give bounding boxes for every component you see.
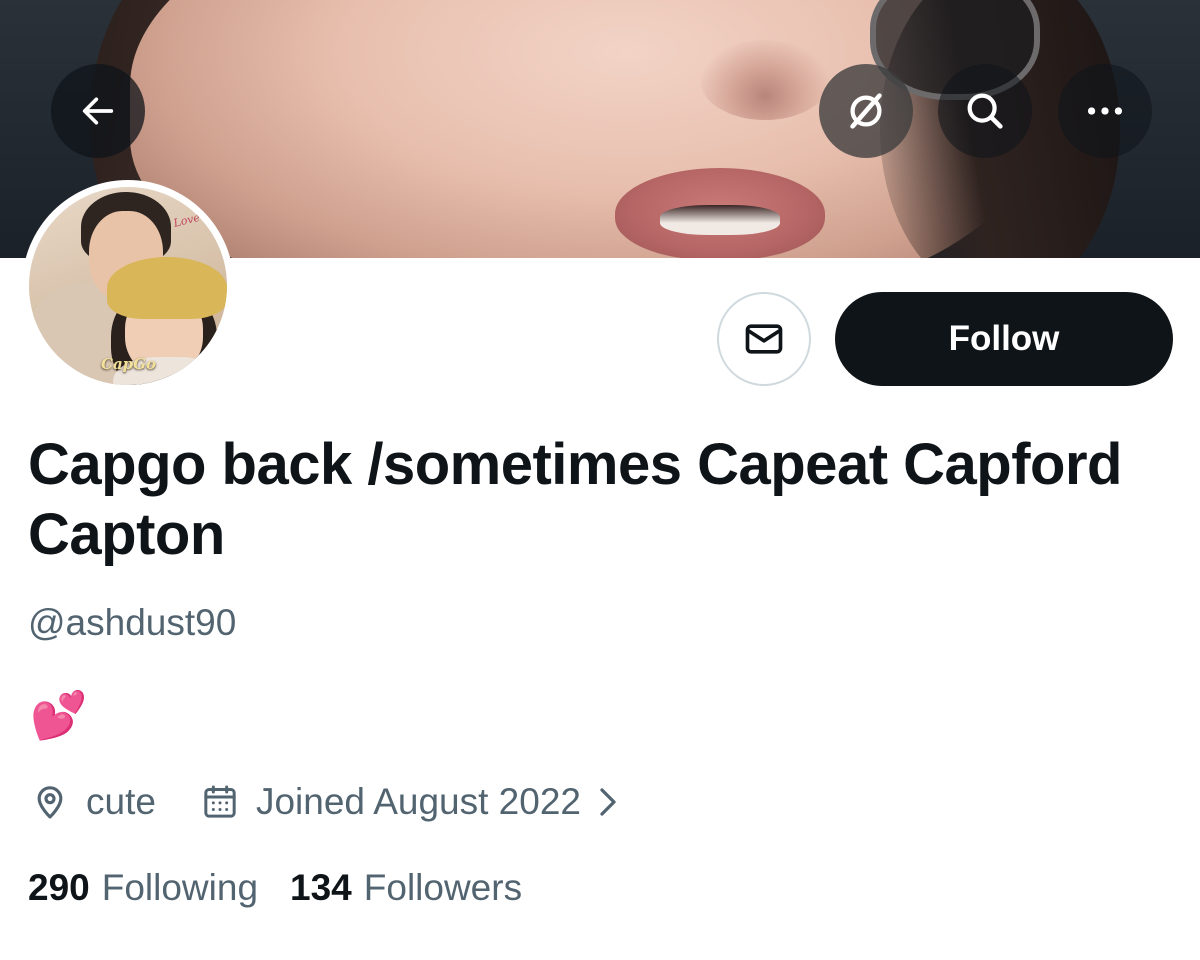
back-button[interactable]	[51, 64, 145, 158]
avatar-hat	[107, 257, 227, 319]
message-button[interactable]	[717, 292, 811, 386]
calendar-icon	[204, 785, 236, 818]
joined-text: Joined August 2022	[255, 781, 581, 822]
search-button[interactable]	[938, 64, 1032, 158]
joined-date[interactable]: Joined August 2022	[200, 781, 637, 823]
arrow-left-icon	[82, 97, 114, 125]
following-link[interactable]: 290 Following	[28, 867, 258, 909]
followers-label: Followers	[363, 867, 523, 908]
following-count: 290	[28, 867, 90, 908]
search-icon	[967, 93, 1003, 129]
user-handle: @ashdust90	[28, 602, 237, 643]
avatar-image: Love you CapGo	[29, 187, 227, 385]
avatar-love-text: Love you	[172, 205, 224, 230]
profile-meta: cute Joined August 2022	[30, 778, 637, 826]
followers-link[interactable]: 134 Followers	[290, 867, 522, 909]
bio: 💕	[30, 689, 88, 741]
location-text: cute	[86, 781, 156, 822]
location: cute	[30, 781, 156, 823]
banner-teeth	[660, 205, 780, 235]
more-horizontal-icon	[1087, 107, 1123, 115]
display-name: Capgo back /sometimes Capeat Capford Cap…	[28, 432, 1122, 567]
chevron-right-icon	[595, 784, 637, 820]
location-pin-icon	[37, 786, 63, 819]
more-button[interactable]	[1058, 64, 1152, 158]
following-label: Following	[101, 867, 259, 908]
banner-nose	[700, 40, 830, 120]
follow-stats: 290 Following 134 Followers	[28, 864, 522, 912]
grok-button[interactable]	[819, 64, 913, 158]
avatar[interactable]: Love you CapGo	[22, 180, 234, 392]
followers-count: 134	[290, 867, 352, 908]
follow-button[interactable]: Follow	[835, 292, 1173, 386]
profile-page: Love you CapGo Follow Capgo back /someti…	[0, 0, 1200, 960]
grok-icon	[850, 93, 882, 129]
envelope-icon	[745, 324, 783, 354]
avatar-caption: CapGo	[101, 355, 156, 373]
